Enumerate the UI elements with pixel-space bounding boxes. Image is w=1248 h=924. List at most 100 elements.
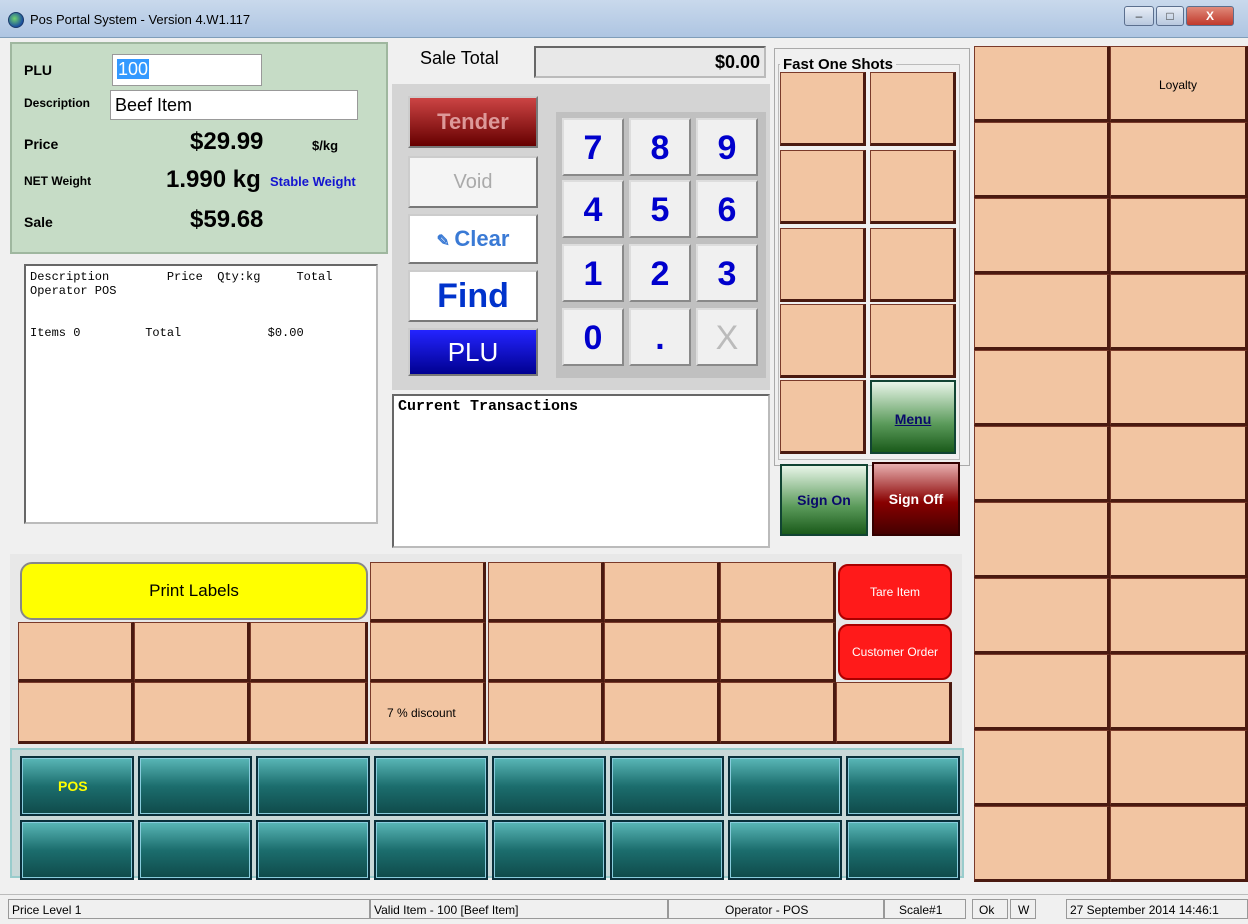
grid-button[interactable] bbox=[604, 682, 720, 744]
grid-button[interactable] bbox=[18, 682, 134, 744]
key-8[interactable]: 8 bbox=[629, 118, 691, 176]
status-w: W bbox=[1010, 899, 1036, 919]
right-button[interactable] bbox=[974, 46, 1110, 122]
grid-button[interactable] bbox=[370, 562, 486, 622]
description-label: Description bbox=[24, 96, 91, 110]
print-labels-button[interactable]: Print Labels bbox=[20, 562, 368, 620]
close-button[interactable]: X bbox=[1186, 6, 1234, 26]
key-4[interactable]: 4 bbox=[562, 180, 624, 238]
status-datetime: 27 September 2014 14:46:1 bbox=[1066, 899, 1248, 919]
category-tab[interactable] bbox=[138, 820, 252, 880]
fast-shot-button[interactable] bbox=[780, 228, 866, 302]
category-tab[interactable] bbox=[374, 756, 488, 816]
price-label: Price bbox=[24, 136, 59, 152]
right-button[interactable] bbox=[1110, 806, 1248, 882]
loyalty-button[interactable]: Loyalty bbox=[1110, 46, 1248, 122]
key-6[interactable]: 6 bbox=[696, 180, 758, 238]
category-tab[interactable] bbox=[256, 820, 370, 880]
grid-button[interactable] bbox=[18, 622, 134, 682]
minimize-button[interactable]: – bbox=[1124, 6, 1154, 26]
right-button[interactable] bbox=[974, 198, 1110, 274]
category-tab[interactable] bbox=[846, 756, 960, 816]
tender-button[interactable]: Tender bbox=[408, 96, 538, 148]
category-tab[interactable] bbox=[728, 756, 842, 816]
right-button[interactable] bbox=[1110, 654, 1248, 730]
grid-button[interactable] bbox=[720, 622, 836, 682]
grid-button[interactable] bbox=[134, 622, 250, 682]
right-button[interactable] bbox=[974, 806, 1110, 882]
fast-shot-button[interactable] bbox=[870, 304, 956, 378]
plu-button[interactable]: PLU bbox=[408, 328, 538, 376]
category-tab[interactable] bbox=[728, 820, 842, 880]
key-9[interactable]: 9 bbox=[696, 118, 758, 176]
grid-button[interactable] bbox=[488, 562, 604, 622]
menu-button[interactable]: Menu bbox=[870, 380, 956, 454]
void-button[interactable]: Void bbox=[408, 156, 538, 208]
grid-button[interactable] bbox=[720, 562, 836, 622]
fast-shot-button[interactable] bbox=[870, 72, 956, 146]
sign-off-button[interactable]: Sign Off bbox=[872, 462, 960, 536]
grid-button[interactable] bbox=[604, 562, 720, 622]
key-2[interactable]: 2 bbox=[629, 244, 691, 302]
key-7[interactable]: 7 bbox=[562, 118, 624, 176]
grid-button[interactable] bbox=[488, 622, 604, 682]
right-button[interactable] bbox=[1110, 198, 1248, 274]
category-tab[interactable] bbox=[846, 820, 960, 880]
description-field[interactable]: Beef Item bbox=[110, 90, 358, 120]
fast-shot-button[interactable] bbox=[780, 150, 866, 224]
grid-button[interactable] bbox=[250, 622, 368, 682]
category-tab[interactable] bbox=[610, 820, 724, 880]
plu-input[interactable]: 100 bbox=[112, 54, 262, 86]
category-tab[interactable] bbox=[374, 820, 488, 880]
right-button[interactable] bbox=[1110, 730, 1248, 806]
fast-shot-button[interactable] bbox=[780, 380, 866, 454]
tare-item-button[interactable]: Tare Item bbox=[838, 564, 952, 620]
category-tab[interactable] bbox=[492, 756, 606, 816]
right-button[interactable] bbox=[974, 502, 1110, 578]
fast-shot-button[interactable] bbox=[870, 150, 956, 224]
right-button[interactable] bbox=[1110, 350, 1248, 426]
window-title: Pos Portal System - Version 4.W1.117 bbox=[30, 12, 251, 27]
category-tab[interactable] bbox=[610, 756, 724, 816]
customer-order-button[interactable]: Customer Order bbox=[838, 624, 952, 680]
key-3[interactable]: 3 bbox=[696, 244, 758, 302]
right-button[interactable] bbox=[974, 350, 1110, 426]
right-button[interactable] bbox=[1110, 274, 1248, 350]
fast-shot-button[interactable] bbox=[870, 228, 956, 302]
key-1[interactable]: 1 bbox=[562, 244, 624, 302]
discount-button[interactable]: 7 % discount bbox=[370, 682, 486, 744]
right-button[interactable] bbox=[974, 578, 1110, 654]
category-tab[interactable] bbox=[138, 756, 252, 816]
clear-button[interactable]: ✎ Clear bbox=[408, 214, 538, 264]
key-clear-x[interactable]: X bbox=[696, 308, 758, 366]
grid-button[interactable] bbox=[720, 682, 836, 744]
key-0[interactable]: 0 bbox=[562, 308, 624, 366]
right-button[interactable] bbox=[974, 654, 1110, 730]
category-tab[interactable] bbox=[492, 820, 606, 880]
right-button[interactable] bbox=[1110, 578, 1248, 654]
right-button[interactable] bbox=[974, 122, 1110, 198]
grid-button[interactable] bbox=[250, 682, 368, 744]
right-button[interactable] bbox=[1110, 426, 1248, 502]
right-button[interactable] bbox=[974, 426, 1110, 502]
find-button[interactable]: Find bbox=[408, 270, 538, 322]
maximize-button[interactable]: □ bbox=[1156, 6, 1184, 26]
right-button[interactable] bbox=[1110, 122, 1248, 198]
receipt-panel: Description Price Qty:kg Total Operator … bbox=[24, 264, 378, 524]
fast-shot-button[interactable] bbox=[780, 72, 866, 146]
right-button[interactable] bbox=[974, 730, 1110, 806]
category-tab[interactable] bbox=[20, 820, 134, 880]
fast-shot-button[interactable] bbox=[780, 304, 866, 378]
grid-button[interactable] bbox=[488, 682, 604, 744]
grid-button[interactable] bbox=[134, 682, 250, 744]
tab-pos[interactable]: POS bbox=[20, 756, 134, 816]
grid-button[interactable] bbox=[836, 682, 952, 744]
grid-button[interactable] bbox=[604, 622, 720, 682]
category-tab[interactable] bbox=[256, 756, 370, 816]
right-button[interactable] bbox=[1110, 502, 1248, 578]
key-5[interactable]: 5 bbox=[629, 180, 691, 238]
key-decimal[interactable]: . bbox=[629, 308, 691, 366]
right-button[interactable] bbox=[974, 274, 1110, 350]
grid-button[interactable] bbox=[370, 622, 486, 682]
sign-on-button[interactable]: Sign On bbox=[780, 464, 868, 536]
